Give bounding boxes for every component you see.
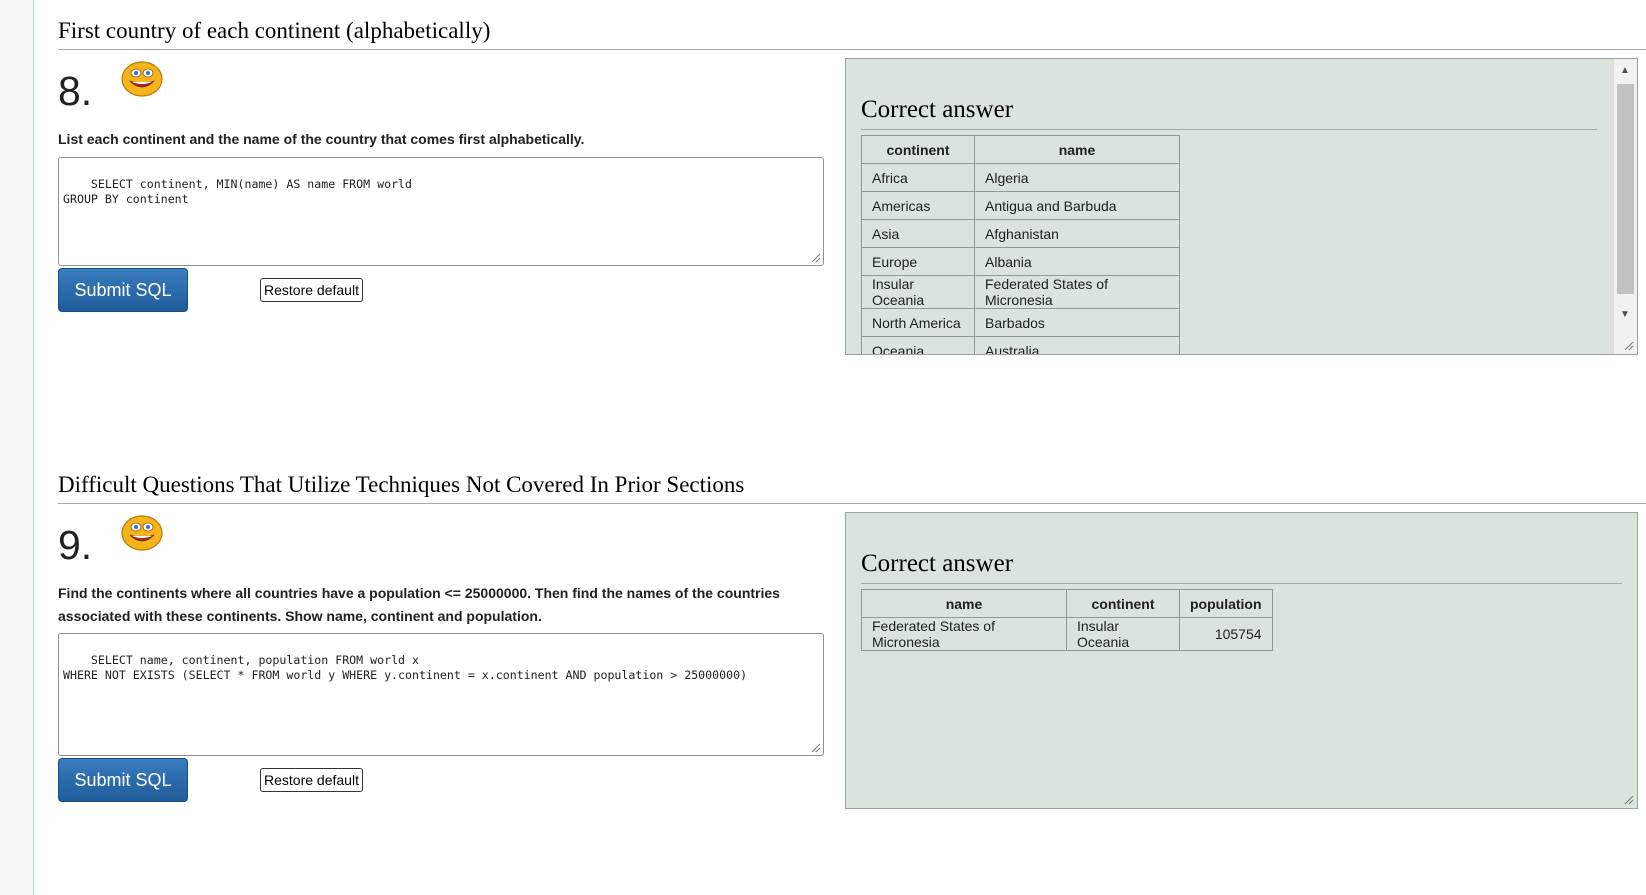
question-number-9: 9. (58, 522, 93, 568)
table-cell: Albania (974, 247, 1180, 276)
answer-title-9: Correct answer (861, 549, 1622, 584)
main-content: First country of each continent (alphabe… (58, 0, 1646, 895)
restore-default-button-8[interactable]: Restore default (260, 278, 363, 302)
resize-handle-icon[interactable] (1624, 795, 1634, 805)
table-cell: Insular Oceania (861, 275, 975, 309)
submit-sql-button-8[interactable]: Submit SQL (58, 268, 188, 312)
left-sidebar-edge (0, 0, 34, 895)
table-header-row: continent name (861, 135, 1180, 164)
answer-title-8: Correct answer (861, 95, 1597, 130)
section-heading-q8: First country of each continent (alphabe… (58, 16, 1646, 50)
smiley-face-icon (121, 514, 163, 552)
table-cell: Australia (974, 336, 1180, 354)
restore-default-button-9[interactable]: Restore default (260, 768, 363, 792)
table-cell: Antigua and Barbuda (974, 191, 1180, 220)
answer-panel-8: Correct answer continent name Africa Alge… (845, 58, 1638, 355)
question-text-8: List each continent and the name of the … (58, 131, 585, 147)
resize-handle-icon[interactable] (811, 743, 821, 753)
table-row: Oceania Australia (861, 336, 1180, 354)
scroll-thumb[interactable] (1617, 84, 1634, 294)
smiley-face-icon (121, 60, 163, 98)
table-row: Federated States of Micronesia Insular O… (861, 617, 1273, 651)
table-cell: Barbados (974, 308, 1180, 337)
table-cell: Algeria (974, 163, 1180, 192)
table-row: Americas Antigua and Barbuda (861, 191, 1180, 220)
answer-scrollbar-8[interactable]: ▲ ▼ (1613, 59, 1637, 354)
sql-editor-9[interactable]: SELECT name, continent, population FROM … (58, 633, 824, 756)
resize-handle-icon[interactable] (811, 253, 821, 263)
scroll-down-arrow-icon[interactable]: ▼ (1620, 309, 1630, 320)
submit-sql-button-9[interactable]: Submit SQL (58, 758, 188, 802)
table-cell: Federated States of Micronesia (861, 617, 1067, 651)
table-row: Asia Afghanistan (861, 219, 1180, 248)
table-cell: Europe (861, 247, 975, 276)
section-heading-q9: Difficult Questions That Utilize Techniq… (58, 470, 1646, 504)
answer-panel-9: Correct answer name continent population… (845, 512, 1638, 809)
sql-editor-8[interactable]: SELECT continent, MIN(name) AS name FROM… (58, 157, 824, 266)
table-cell: Africa (861, 163, 975, 192)
table-row: North America Barbados (861, 308, 1180, 337)
table-row: Insular Oceania Federated States of Micro… (861, 275, 1180, 309)
column-header: continent (1066, 589, 1180, 618)
question-text-9: Find the continents where all countries … (58, 585, 780, 624)
column-header: name (974, 135, 1180, 164)
table-cell: Federated States of Micronesia (974, 275, 1180, 309)
table-cell: Afghanistan (974, 219, 1180, 248)
table-cell: Oceania (861, 336, 975, 354)
sql-code-8[interactable]: SELECT continent, MIN(name) AS name FROM… (63, 177, 412, 206)
scroll-up-arrow-icon[interactable]: ▲ (1620, 65, 1630, 76)
table-cell: 105754 (1179, 617, 1273, 651)
resize-handle-icon[interactable] (1624, 341, 1634, 351)
table-cell: Asia (861, 219, 975, 248)
table-row: Europe Albania (861, 247, 1180, 276)
column-header: continent (861, 135, 975, 164)
column-header: name (861, 589, 1067, 618)
table-header-row: name continent population (861, 589, 1273, 618)
table-row: Africa Algeria (861, 163, 1180, 192)
table-cell: Insular Oceania (1066, 617, 1180, 651)
table-cell: North America (861, 308, 975, 337)
answer-table-9: name continent population Federated Stat… (861, 589, 1273, 651)
question-number-8: 8. (58, 68, 93, 114)
column-header: population (1179, 589, 1273, 618)
table-cell: Americas (861, 191, 975, 220)
sql-code-9[interactable]: SELECT name, continent, population FROM … (63, 653, 747, 682)
answer-table-8: continent name Africa Algeria Americas Ant… (861, 135, 1180, 354)
